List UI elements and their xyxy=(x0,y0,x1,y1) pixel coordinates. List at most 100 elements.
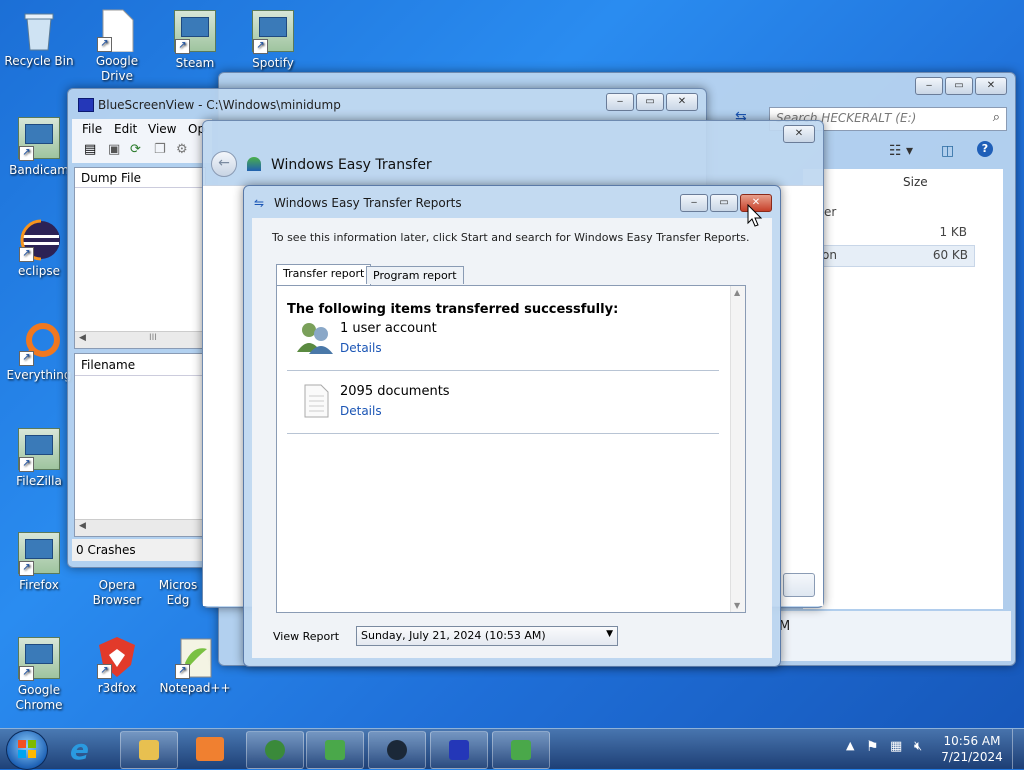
transfer-report-panel: The following items transferred successf… xyxy=(276,285,746,613)
taskbar-app-globe[interactable] xyxy=(246,731,304,769)
desktop-icon-opera[interactable]: Opera Browser xyxy=(78,578,156,608)
back-arrow-icon[interactable]: ← xyxy=(211,151,237,177)
explorer-file-list: Size lder e 1 KB tion 60 KB xyxy=(803,169,1003,609)
shortcut-arrow-icon: ↗ xyxy=(19,351,34,366)
save-icon[interactable]: ▣ xyxy=(108,142,120,157)
copy-icon[interactable]: ❐ xyxy=(154,142,166,157)
taskbar: e ▲ ⚑ ▦ 🔇︎ 10:56 AM 7/21/2024 xyxy=(0,728,1024,770)
reports-app-icon: ⇋ xyxy=(254,196,265,210)
explorer-details-pane: M xyxy=(779,611,1011,661)
volume-muted-icon[interactable]: 🔇︎ xyxy=(914,739,922,754)
vertical-scrollbar[interactable]: ▲ ▼ xyxy=(730,286,745,612)
close-button[interactable]: ✕ xyxy=(666,93,698,111)
desktop-icon-recycle-bin[interactable]: Recycle Bin xyxy=(0,8,78,69)
user-account-details-link[interactable]: Details xyxy=(340,341,382,355)
mouse-cursor-icon xyxy=(747,203,763,228)
r3dfox-icon: ↗ xyxy=(95,635,139,679)
scroll-left-arrow-icon[interactable]: ◀ xyxy=(79,521,86,531)
taskbar-bluescreenview[interactable] xyxy=(430,731,488,769)
divider xyxy=(287,370,719,371)
ie-taskbar-icon[interactable]: e xyxy=(70,733,106,767)
column-header-filename[interactable]: Filename xyxy=(75,354,205,376)
taskbar-steam[interactable] xyxy=(368,731,426,769)
shortcut-arrow-icon: ↗ xyxy=(19,146,34,161)
bluescreenview-app-icon xyxy=(78,98,94,112)
minimize-button[interactable]: ‒ xyxy=(606,93,634,111)
toolbar: ▤ ▣ ⟳ ❐ ⚙ xyxy=(72,139,212,163)
filename-list[interactable]: Filename ◀ xyxy=(74,353,206,537)
user-account-icon xyxy=(295,320,335,354)
table-row[interactable]: e 1 KB xyxy=(803,225,973,245)
clock[interactable]: 10:56 AM 7/21/2024 xyxy=(940,733,1004,767)
search-magnifier-icon: ↗ xyxy=(17,322,61,366)
network-icon[interactable]: ▦ xyxy=(890,739,902,754)
scroll-down-arrow-icon[interactable]: ▼ xyxy=(734,601,740,610)
refresh-icon[interactable]: ⟳ xyxy=(130,142,141,157)
minimize-button[interactable]: ‒ xyxy=(915,77,943,95)
explorer-toolbar: ☷ ▾ ◫ ? xyxy=(819,137,1009,167)
folder-icon xyxy=(139,740,159,760)
shortcut-arrow-icon: ↗ xyxy=(19,247,34,262)
desktop-icon-google-drive[interactable]: ↗ Google Drive xyxy=(78,8,156,84)
desktop-icon-edge[interactable]: Micros Edg xyxy=(148,578,208,608)
media-player-taskbar-icon[interactable] xyxy=(196,737,224,761)
options-icon[interactable]: ⚙ xyxy=(176,142,188,157)
maximize-button[interactable]: ▭ xyxy=(945,77,973,95)
shortcut-arrow-icon: ↗ xyxy=(175,39,190,54)
minimize-button[interactable]: ‒ xyxy=(680,194,708,212)
table-row[interactable]: lder xyxy=(803,205,973,225)
documents-details-link[interactable]: Details xyxy=(340,404,382,418)
globe-icon xyxy=(265,740,285,760)
help-icon[interactable]: ? xyxy=(977,141,993,157)
easy-transfer-icon xyxy=(511,740,531,760)
close-button[interactable]: ✕ xyxy=(783,125,815,143)
menu-view[interactable]: View xyxy=(148,122,176,136)
documents-icon xyxy=(303,384,329,418)
view-options-icon[interactable]: ☷ ▾ xyxy=(889,143,913,159)
status-bar: 0 Crashes xyxy=(72,539,206,561)
desktop-icon-steam[interactable]: ↗ Steam xyxy=(156,8,234,71)
preview-pane-icon[interactable]: ◫ xyxy=(941,143,954,159)
shortcut-arrow-icon: ↗ xyxy=(97,664,112,679)
easy-transfer-reports-window[interactable]: ⇋ Windows Easy Transfer Reports ‒ ▭ ✕ To… xyxy=(243,185,781,667)
show-hidden-icons-icon[interactable]: ▲ xyxy=(846,739,854,752)
dump-file-list[interactable]: Dump File ◀ III xyxy=(74,167,206,349)
taskbar-easy-transfer-reports[interactable] xyxy=(492,731,550,769)
steam-icon xyxy=(387,740,407,760)
action-center-flag-icon[interactable]: ⚑ xyxy=(866,739,879,755)
easy-transfer-icon xyxy=(325,740,345,760)
document-icon: ↗ xyxy=(95,8,139,53)
scroll-up-arrow-icon[interactable]: ▲ xyxy=(734,288,740,297)
easy-transfer-app-icon xyxy=(247,157,261,171)
desktop-icon-google-chrome[interactable]: ↗ Google Chrome xyxy=(0,635,78,713)
menu-edit[interactable]: Edit xyxy=(114,122,137,136)
view-report-select[interactable]: Sunday, July 21, 2024 (10:53 AM) ▼ xyxy=(356,626,618,646)
reports-content: To see this information later, click Sta… xyxy=(252,218,772,658)
bluescreenview-icon xyxy=(449,740,469,760)
menu-file[interactable]: File xyxy=(82,122,102,136)
scroll-left-arrow-icon[interactable]: ◀ xyxy=(79,333,86,343)
menu-bar: File Edit View Op xyxy=(72,119,212,139)
shortcut-arrow-icon: ↗ xyxy=(97,37,112,52)
system-tray: ▲ ⚑ ▦ 🔇︎ xyxy=(840,739,940,759)
properties-icon[interactable]: ▤ xyxy=(84,142,96,157)
maximize-button[interactable]: ▭ xyxy=(710,194,738,212)
show-desktop-button[interactable] xyxy=(1012,729,1024,769)
easy-transfer-next-button[interactable] xyxy=(783,573,815,597)
maximize-button[interactable]: ▭ xyxy=(636,93,664,111)
horizontal-scrollbar[interactable]: ◀ III xyxy=(75,331,205,348)
desktop-icon-spotify[interactable]: ↗ Spotify xyxy=(234,8,312,71)
taskbar-easy-transfer[interactable] xyxy=(306,731,364,769)
shortcut-arrow-icon: ↗ xyxy=(253,39,268,54)
search-icon: ⌕ xyxy=(992,110,1000,125)
taskbar-explorer[interactable] xyxy=(120,731,178,769)
tab-program-report[interactable]: Program report xyxy=(366,266,464,284)
desktop-icon-r3dfox[interactable]: ↗ r3dfox xyxy=(78,635,156,696)
table-row-selected[interactable]: tion 60 KB xyxy=(803,245,975,267)
column-header-dump-file[interactable]: Dump File xyxy=(75,168,205,188)
start-button[interactable] xyxy=(6,730,48,770)
shortcut-arrow-icon: ↗ xyxy=(19,457,34,472)
horizontal-scrollbar[interactable]: ◀ xyxy=(75,519,205,536)
column-header-size[interactable]: Size xyxy=(903,175,928,189)
close-button[interactable]: ✕ xyxy=(975,77,1007,95)
